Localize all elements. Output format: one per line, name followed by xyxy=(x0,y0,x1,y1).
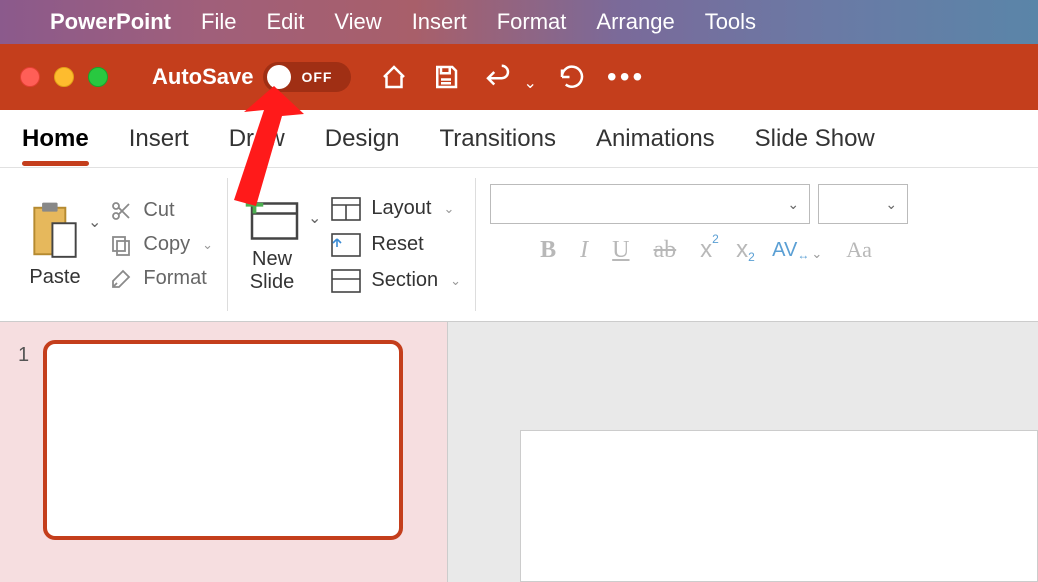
copy-button[interactable]: Copy ⌄ xyxy=(109,233,213,257)
paste-dropdown-icon[interactable]: ⌄ xyxy=(88,212,101,232)
chevron-down-icon: ⌄ xyxy=(885,196,897,213)
new-slide-label: New Slide xyxy=(250,248,294,294)
mac-menu-bar: PowerPoint File Edit View Insert Format … xyxy=(0,0,1038,44)
undo-button[interactable] xyxy=(481,60,515,94)
change-case-button[interactable]: Aa xyxy=(846,237,872,263)
underline-button[interactable]: U xyxy=(612,237,629,264)
slide-number: 1 xyxy=(18,340,29,564)
close-window-button[interactable] xyxy=(20,67,40,87)
minimize-window-button[interactable] xyxy=(54,67,74,87)
font-group: ⌄ ⌄ B I U ab x2 x2 AV↔⌄ Aa xyxy=(476,178,922,311)
ribbon-content: Paste ⌄ Cut Copy ⌄ Format xyxy=(0,168,1038,322)
autosave-label: AutoSave xyxy=(152,64,253,90)
section-dropdown-icon[interactable]: ⌄ xyxy=(450,273,461,289)
tab-draw[interactable]: Draw xyxy=(229,113,285,165)
scissors-icon xyxy=(109,199,133,223)
window-titlebar: AutoSave OFF ⌄ ••• xyxy=(0,44,1038,110)
autosave-state-text: OFF xyxy=(301,69,332,85)
toggle-knob xyxy=(267,65,291,89)
autosave-toggle[interactable]: OFF xyxy=(263,62,351,92)
slide-thumbnails-pane: 1 xyxy=(0,322,448,582)
menu-edit[interactable]: Edit xyxy=(266,9,304,35)
save-button[interactable] xyxy=(429,60,463,94)
layout-icon xyxy=(331,197,361,221)
cut-label: Cut xyxy=(143,199,174,222)
autosave-control: AutoSave OFF xyxy=(152,62,351,92)
reset-button[interactable]: Reset xyxy=(331,233,461,257)
menu-arrange[interactable]: Arrange xyxy=(596,9,674,35)
tab-slide-show[interactable]: Slide Show xyxy=(755,113,875,165)
bold-button[interactable]: B xyxy=(540,237,556,264)
paste-button[interactable]: Paste xyxy=(28,200,82,289)
more-commands-icon[interactable]: ••• xyxy=(607,61,645,93)
slide-canvas-area xyxy=(448,322,1038,582)
tab-animations[interactable]: Animations xyxy=(596,113,715,165)
tab-transitions[interactable]: Transitions xyxy=(439,113,555,165)
slide-canvas[interactable] xyxy=(520,430,1038,582)
quick-access-toolbar: ⌄ ••• xyxy=(377,60,645,94)
italic-button[interactable]: I xyxy=(580,237,588,264)
section-label: Section xyxy=(371,269,438,292)
paintbrush-icon xyxy=(109,267,133,291)
maximize-window-button[interactable] xyxy=(88,67,108,87)
new-slide-button[interactable]: New Slide xyxy=(242,196,302,294)
tab-insert[interactable]: Insert xyxy=(129,113,189,165)
format-painter-button[interactable]: Format xyxy=(109,267,213,291)
font-size-select[interactable]: ⌄ xyxy=(818,184,908,224)
clipboard-icon xyxy=(28,200,82,262)
chevron-down-icon: ⌄ xyxy=(787,196,799,213)
menu-view[interactable]: View xyxy=(334,9,381,35)
menu-tools[interactable]: Tools xyxy=(705,9,756,35)
tab-home[interactable]: Home xyxy=(22,113,89,165)
section-icon xyxy=(331,269,361,293)
traffic-lights xyxy=(20,67,108,87)
copy-icon xyxy=(109,233,133,257)
home-button[interactable] xyxy=(377,60,411,94)
slide-thumbnail[interactable] xyxy=(43,340,403,540)
font-family-select[interactable]: ⌄ xyxy=(490,184,810,224)
format-painter-label: Format xyxy=(143,267,206,290)
layout-button[interactable]: Layout ⌄ xyxy=(331,197,461,221)
new-slide-dropdown-icon[interactable]: ⌄ xyxy=(308,208,321,228)
menu-file[interactable]: File xyxy=(201,9,236,35)
menu-format[interactable]: Format xyxy=(497,9,567,35)
reset-label: Reset xyxy=(371,233,423,256)
cut-button[interactable]: Cut xyxy=(109,199,213,223)
new-slide-icon xyxy=(242,196,302,246)
workspace: 1 xyxy=(0,322,1038,582)
copy-dropdown-icon[interactable]: ⌄ xyxy=(202,237,213,253)
character-spacing-button[interactable]: AV↔⌄ xyxy=(772,239,822,262)
layout-dropdown-icon[interactable]: ⌄ xyxy=(443,201,454,217)
section-button[interactable]: Section ⌄ xyxy=(331,269,461,293)
chevron-down-icon: ⌄ xyxy=(811,246,822,262)
menu-insert[interactable]: Insert xyxy=(412,9,467,35)
subscript-button[interactable]: x2 xyxy=(736,236,748,264)
ribbon-tabs: Home Insert Draw Design Transitions Anim… xyxy=(0,110,1038,168)
tab-design[interactable]: Design xyxy=(325,113,400,165)
reset-icon xyxy=(331,233,361,257)
app-menu[interactable]: PowerPoint xyxy=(50,9,171,35)
paste-label: Paste xyxy=(29,266,80,289)
redo-button[interactable] xyxy=(555,60,589,94)
superscript-button[interactable]: x2 xyxy=(700,236,712,264)
strikethrough-button[interactable]: ab xyxy=(654,237,677,264)
clipboard-group: Paste ⌄ Cut Copy ⌄ Format xyxy=(14,178,228,311)
undo-dropdown-icon[interactable]: ⌄ xyxy=(523,73,536,93)
slides-group: New Slide ⌄ Layout ⌄ Reset Section ⌄ xyxy=(228,178,476,311)
layout-label: Layout xyxy=(371,197,431,220)
copy-label: Copy xyxy=(143,233,190,256)
